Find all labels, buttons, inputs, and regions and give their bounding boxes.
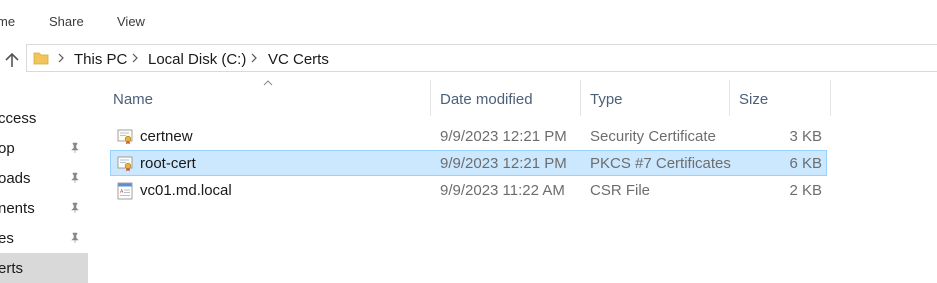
breadcrumb-vc-certs[interactable]: VC Certs: [268, 51, 329, 68]
file-size: 2 KB: [789, 182, 822, 199]
navigation-pane: ccess op oads nents es erts: [0, 78, 88, 283]
nav-item-downloads[interactable]: oads: [0, 163, 88, 193]
nav-item-label: erts: [0, 260, 24, 277]
column-header-type[interactable]: Type: [581, 80, 730, 116]
nav-item-documents[interactable]: nents: [0, 193, 88, 223]
address-bar[interactable]: This PC Local Disk (C:) VC Certs: [26, 44, 937, 72]
file-type: Security Certificate: [590, 128, 716, 145]
nav-item-label: op: [0, 140, 15, 157]
file-date-modified: 9/9/2023 11:22 AM: [440, 182, 565, 199]
column-header-label: Size: [739, 91, 769, 108]
ribbon: me Share View: [0, 0, 937, 40]
file-date-modified: 9/9/2023 12:21 PM: [440, 128, 567, 145]
file-row-certnew[interactable]: certnew 9/9/2023 12:21 PM Security Certi…: [110, 123, 827, 149]
nav-item-desktop[interactable]: op: [0, 133, 88, 163]
ribbon-tab-home[interactable]: me: [0, 14, 15, 29]
column-header-name[interactable]: Name: [104, 80, 431, 116]
nav-item-label: es: [0, 230, 14, 247]
file-size: 6 KB: [789, 155, 822, 172]
nav-item-label: oads: [0, 170, 31, 187]
certificate-icon: [117, 129, 133, 145]
file-name: vc01.md.local: [140, 182, 232, 199]
file-type: CSR File: [590, 182, 651, 199]
file-name: certnew: [140, 128, 193, 145]
pin-icon[interactable]: [69, 202, 81, 214]
nav-item-quick-access[interactable]: ccess: [0, 103, 88, 133]
nav-item-vc-certs[interactable]: erts: [0, 253, 88, 283]
chevron-right-icon[interactable]: [56, 52, 66, 64]
column-header-label: Type: [590, 91, 623, 108]
column-header-size[interactable]: Size: [730, 80, 831, 116]
nav-item-label: ccess: [0, 110, 37, 127]
certificate-icon: [117, 156, 133, 172]
column-header-label: Name: [113, 91, 154, 108]
ribbon-tab-view[interactable]: View: [117, 14, 145, 29]
file-name: root-cert: [140, 155, 196, 172]
csr-file-icon: A: [117, 182, 133, 200]
file-size: 3 KB: [789, 128, 822, 145]
navigation-bar: This PC Local Disk (C:) VC Certs: [0, 40, 937, 78]
pin-icon[interactable]: [69, 142, 81, 154]
file-row-root-cert[interactable]: root-cert 9/9/2023 12:21 PM PKCS #7 Cert…: [110, 150, 827, 176]
pin-icon[interactable]: [69, 232, 81, 244]
column-header-row: Name Date modified Type Size: [104, 80, 831, 116]
pin-icon[interactable]: [69, 172, 81, 184]
nav-item-pictures[interactable]: es: [0, 223, 88, 253]
folder-icon: [33, 52, 49, 65]
chevron-right-icon[interactable]: [249, 52, 259, 64]
chevron-right-icon[interactable]: [130, 52, 140, 64]
column-divider[interactable]: [830, 80, 831, 116]
breadcrumb-local-disk[interactable]: Local Disk (C:): [148, 51, 246, 68]
column-header-label: Date modified: [440, 91, 533, 108]
file-date-modified: 9/9/2023 12:21 PM: [440, 155, 567, 172]
nav-item-label: nents: [0, 200, 35, 217]
file-row-vc01-md-local[interactable]: A vc01.md.local 9/9/2023 11:22 AM CSR Fi…: [110, 177, 827, 203]
breadcrumb-this-pc[interactable]: This PC: [74, 51, 127, 68]
file-type: PKCS #7 Certificates: [590, 155, 731, 172]
ribbon-tab-share[interactable]: Share: [49, 14, 84, 29]
up-arrow-icon[interactable]: [0, 48, 24, 72]
column-header-date-modified[interactable]: Date modified: [431, 80, 581, 116]
